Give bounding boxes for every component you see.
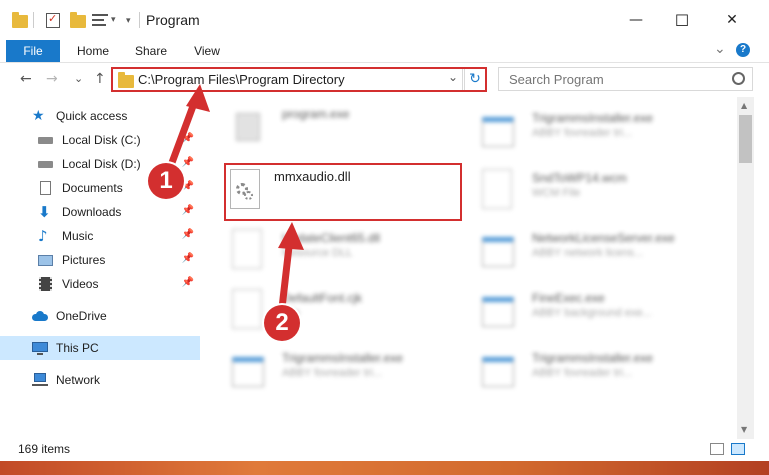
callout-2: 2	[264, 305, 300, 341]
callout-1: 1	[148, 163, 184, 199]
arrow-2	[278, 222, 304, 312]
annotation-arrows	[166, 84, 304, 312]
arrow-1	[166, 84, 210, 172]
